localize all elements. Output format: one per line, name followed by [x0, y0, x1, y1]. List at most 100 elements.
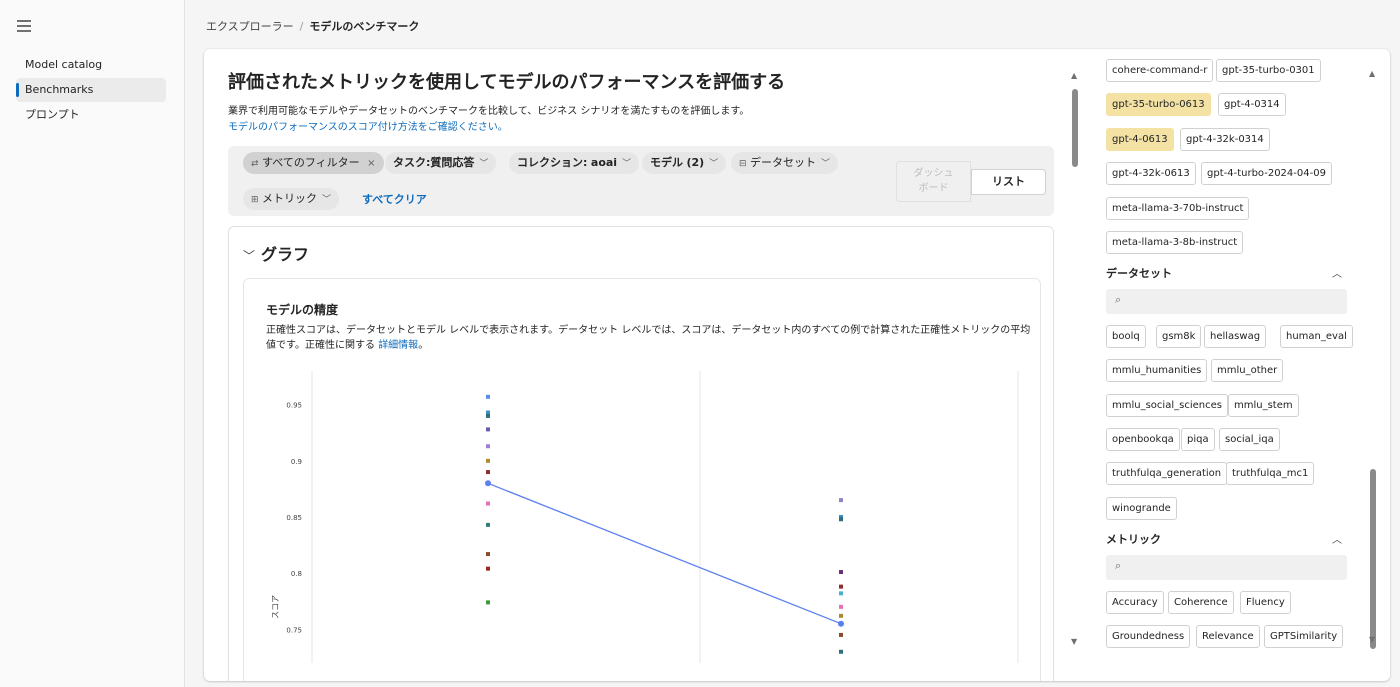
- mean-point: [838, 620, 844, 627]
- graph-section-title: グラフ: [261, 245, 310, 264]
- scrollbar-thumb[interactable]: [1072, 89, 1078, 167]
- main-scrollbar[interactable]: ▲ ▼: [1068, 71, 1082, 651]
- data-point: [486, 427, 490, 432]
- data-point: [486, 394, 490, 399]
- accuracy-scatter-chart: 0.95 0.9 0.85 0.8 0.75 スコア: [271, 371, 1019, 663]
- chevron-down-icon: ﹀: [322, 195, 332, 205]
- task-filter-pill[interactable]: タスク:質問応答 ﹀: [385, 152, 497, 174]
- model-chip[interactable]: gpt-4-0314: [1218, 93, 1286, 116]
- metric-chip[interactable]: GPTSimilarity: [1264, 625, 1344, 648]
- data-point: [486, 413, 490, 418]
- graph-section-header[interactable]: ﹀ グラフ: [243, 241, 309, 265]
- model-chip[interactable]: gpt-4-32k-0314: [1180, 128, 1270, 151]
- scroll-down-icon[interactable]: ▼: [1369, 635, 1375, 644]
- dataset-chip[interactable]: hellaswag: [1204, 325, 1267, 348]
- page-title: 評価されたメトリックを使用してモデルのパフォーマンスを評価する: [228, 72, 786, 93]
- y-tick-label: 0.85: [286, 514, 302, 522]
- hamburger-menu-icon[interactable]: [17, 20, 31, 32]
- dataset-chip[interactable]: mmlu_other: [1211, 359, 1284, 382]
- accuracy-chart-card: モデルの精度 正確性スコアは、データセットとモデル レベルで表示されます。データ…: [243, 278, 1041, 681]
- dataset-chip[interactable]: truthfulqa_generation: [1106, 462, 1228, 485]
- metric-chip[interactable]: Coherence: [1168, 591, 1234, 614]
- metric-section-title: メトリック: [1106, 533, 1161, 546]
- model-chip[interactable]: gpt-4-32k-0613: [1106, 162, 1196, 185]
- all-filters-label: すべてのフィルター: [262, 156, 360, 169]
- model-chip[interactable]: gpt-35-turbo-0613: [1106, 93, 1211, 116]
- main-card: 評価されたメトリックを使用してモデルのパフォーマンスを評価する 業界で利用可能な…: [204, 49, 1390, 681]
- dataset-chip[interactable]: boolq: [1106, 325, 1146, 348]
- mean-line: [487, 482, 842, 625]
- nav-item-model-catalog[interactable]: Model catalog: [16, 53, 166, 77]
- task-filter-value: 質問応答: [430, 156, 475, 169]
- close-icon[interactable]: ×: [367, 158, 375, 169]
- dataset-chip[interactable]: mmlu_humanities: [1106, 359, 1208, 382]
- scroll-down-icon[interactable]: ▼: [1071, 637, 1077, 646]
- metric-filter-label: メトリック: [262, 192, 318, 205]
- model-chip[interactable]: gpt-4-0613: [1106, 128, 1174, 151]
- database-icon: ⊟: [739, 159, 747, 169]
- dataset-chip[interactable]: winogrande: [1106, 497, 1177, 520]
- details-link[interactable]: 詳細情報: [378, 340, 418, 351]
- task-filter-prefix: タスク:: [393, 156, 431, 169]
- collection-filter-pill[interactable]: コレクション: aoai ﹀: [509, 152, 640, 174]
- breadcrumb-current: モデルのベンチマーク: [309, 20, 420, 33]
- breadcrumb-separator: /: [299, 20, 304, 33]
- data-point: [839, 584, 843, 589]
- chevron-down-icon: ﹀: [709, 159, 719, 169]
- dataset-chip[interactable]: human_eval: [1280, 325, 1353, 348]
- data-point: [839, 613, 843, 618]
- model-chip[interactable]: gpt-4-turbo-2024-04-09: [1201, 162, 1332, 185]
- chevron-up-icon[interactable]: ︿: [1332, 531, 1342, 546]
- metric-chip[interactable]: Fluency: [1240, 591, 1291, 614]
- data-point: [486, 522, 490, 527]
- collection-filter-prefix: コレクション:: [517, 156, 588, 169]
- chart-description: 正確性スコアは、データセットとモデル レベルで表示されます。データセット レベル…: [266, 323, 1036, 353]
- model-chip[interactable]: meta-llama-3-8b-instruct: [1106, 231, 1244, 254]
- panel-scrollbar-thumb[interactable]: [1370, 469, 1376, 649]
- metric-filter-pill[interactable]: ⊞ メトリック ﹀: [243, 188, 340, 210]
- scroll-up-icon[interactable]: ▲: [1071, 71, 1077, 80]
- graph-section: ﹀ グラフ モデルの精度 正確性スコアは、データセットとモデル レベルで表示されま…: [228, 226, 1054, 681]
- filter-icon: ⇄: [251, 159, 259, 169]
- list-view-button[interactable]: リスト: [971, 169, 1046, 195]
- metric-icon: ⊞: [251, 195, 259, 205]
- dataset-chip[interactable]: mmlu_stem: [1228, 394, 1299, 417]
- nav-item-benchmarks[interactable]: Benchmarks: [16, 78, 166, 102]
- dataset-chip[interactable]: mmlu_social_sciences: [1106, 394, 1228, 417]
- metric-chip[interactable]: Groundedness: [1106, 625, 1191, 648]
- chevron-down-icon: ﹀: [821, 159, 831, 169]
- metric-search-input[interactable]: ⌕: [1106, 555, 1347, 580]
- model-filter-label: モデル: [650, 156, 683, 169]
- nav-item-prompt[interactable]: プロンプト: [16, 103, 166, 127]
- data-point: [486, 470, 490, 475]
- y-axis-label: スコア: [271, 595, 280, 619]
- data-point: [486, 552, 490, 557]
- dataset-filter-pill[interactable]: ⊟ データセット ﹀: [731, 152, 839, 174]
- dataset-chip[interactable]: social_iqa: [1219, 428, 1280, 451]
- dataset-search-input[interactable]: ⌕: [1106, 289, 1347, 314]
- chevron-down-icon: ﹀: [622, 159, 632, 169]
- model-chip[interactable]: gpt-35-turbo-0301: [1216, 59, 1321, 82]
- chart-title: モデルの精度: [266, 303, 339, 317]
- scoring-info-link[interactable]: モデルのパフォーマンスのスコア付け方法をご確認ください。: [228, 118, 508, 133]
- chevron-down-icon: ﹀: [479, 159, 489, 169]
- dataset-chip[interactable]: piqa: [1181, 428, 1215, 451]
- dataset-chip[interactable]: openbookqa: [1106, 428, 1180, 451]
- model-filter-pill[interactable]: モデル (2) ﹀: [642, 152, 727, 174]
- clear-all-link[interactable]: すべてクリア: [362, 191, 427, 207]
- all-filters-pill[interactable]: ⇄ すべてのフィルター ×: [243, 152, 384, 174]
- metric-chip[interactable]: Accuracy: [1106, 591, 1164, 614]
- dataset-section-title: データセット: [1106, 267, 1172, 280]
- dataset-chip[interactable]: truthfulqa_mc1: [1226, 462, 1315, 485]
- model-chip[interactable]: cohere-command-r: [1106, 59, 1214, 82]
- scroll-up-icon[interactable]: ▲: [1369, 69, 1375, 78]
- page-subtitle: 業界で利用可能なモデルやデータセットのベンチマークを比較して、ビジネス シナリオ…: [228, 106, 750, 117]
- dashboard-view-button[interactable]: ダッシュ ボード: [896, 161, 971, 202]
- dataset-chip[interactable]: gsm8k: [1156, 325, 1202, 348]
- data-point: [839, 604, 843, 609]
- model-chip[interactable]: meta-llama-3-70b-instruct: [1106, 197, 1250, 220]
- chevron-up-icon[interactable]: ︿: [1332, 265, 1342, 280]
- panel-scrollbar[interactable]: ▲ ▼: [1366, 69, 1380, 649]
- metric-chip[interactable]: Relevance: [1196, 625, 1260, 648]
- breadcrumb-explorer[interactable]: エクスプローラー: [206, 20, 294, 33]
